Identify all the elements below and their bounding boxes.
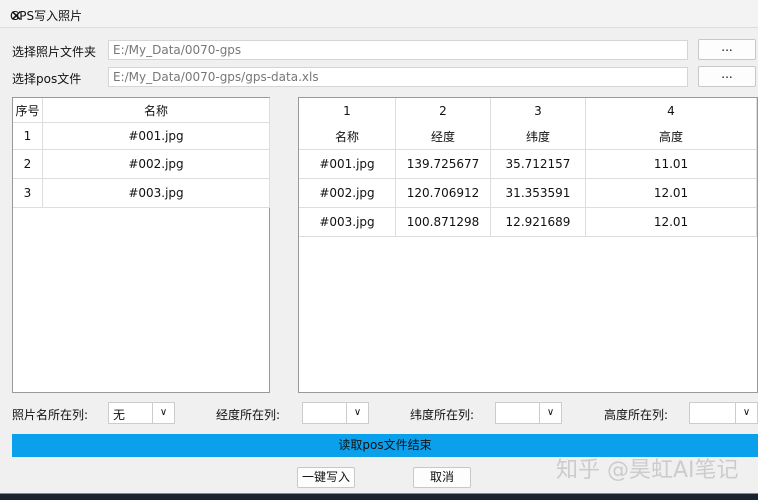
title-bar: GPS写入照片 ✕ [0, 0, 758, 28]
table-cell[interactable]: #002.jpg [299, 179, 396, 208]
column-select[interactable]: ∨ [495, 402, 562, 424]
column-select-label: 照片名所在列: [12, 408, 89, 422]
column-number[interactable]: 3 [491, 98, 586, 123]
column-number[interactable]: 4 [586, 98, 757, 123]
table-cell[interactable]: 12.01 [586, 208, 757, 237]
column-header[interactable]: 纬度 [491, 123, 586, 150]
chevron-down-icon[interactable]: ∨ [152, 403, 174, 423]
table-cell[interactable]: #003.jpg [299, 208, 396, 237]
table-cell[interactable]: 11.01 [586, 150, 757, 179]
table-cell[interactable]: 139.725677 [396, 150, 491, 179]
folder-label: 选择照片文件夹 [12, 45, 97, 59]
column-select-label: 高度所在列: [604, 408, 669, 422]
folder-input[interactable]: E:/My_Data/0070-gps [108, 40, 688, 60]
column-header[interactable]: 经度 [396, 123, 491, 150]
table-cell[interactable]: #001.jpg [299, 150, 396, 179]
select-value: 无 [113, 408, 126, 422]
table-cell[interactable]: #001.jpg [43, 123, 270, 150]
table-cell[interactable]: 100.871298 [396, 208, 491, 237]
table-cell[interactable]: 12.01 [586, 179, 757, 208]
column-header[interactable]: 名称 [299, 123, 396, 150]
column-number[interactable]: 1 [299, 98, 396, 123]
table-cell[interactable]: 2 [13, 150, 43, 179]
browse-pos-button[interactable]: ... [698, 66, 756, 87]
cancel-button[interactable]: 取消 [413, 467, 471, 488]
gps-dialog: GPS写入照片 ✕ 选择照片文件夹 E:/My_Data/0070-gps ..… [0, 0, 758, 494]
close-icon[interactable]: ✕ [10, 7, 752, 25]
column-number[interactable]: 2 [396, 98, 491, 123]
table-cell[interactable]: #002.jpg [43, 150, 270, 179]
watermark: 知乎 @昊虹AI笔记 [556, 458, 739, 483]
column-select-label: 纬度所在列: [410, 408, 475, 422]
column-header[interactable]: 名称 [43, 98, 270, 123]
pos-table[interactable]: 1 2 3 4 名称 经度 纬度 高度 #001.jpg 139.725677 35.712157 1… [298, 97, 758, 393]
chevron-down-icon[interactable]: ∨ [539, 403, 561, 423]
column-select[interactable]: ∨ [689, 402, 758, 424]
photo-table[interactable]: 序号 名称 1 #001.jpg 2 #002.jpg 3 #003.jpg [12, 97, 270, 393]
column-select-label: 经度所在列: [216, 408, 281, 422]
table-cell[interactable]: 120.706912 [396, 179, 491, 208]
column-select[interactable]: ∨ [302, 402, 369, 424]
chevron-down-icon[interactable]: ∨ [346, 403, 368, 423]
write-button[interactable]: 一键写入 [297, 467, 355, 488]
chevron-down-icon[interactable]: ∨ [735, 403, 757, 423]
pos-input[interactable]: E:/My_Data/0070-gps/gps-data.xls [108, 67, 688, 87]
table-cell[interactable]: #003.jpg [43, 179, 270, 208]
browse-folder-button[interactable]: ... [698, 39, 756, 60]
pos-label: 选择pos文件 [12, 72, 82, 86]
table-cell[interactable]: 1 [13, 123, 43, 150]
table-cell[interactable]: 31.353591 [491, 179, 586, 208]
column-header[interactable]: 序号 [13, 98, 43, 123]
table-cell[interactable]: 35.712157 [491, 150, 586, 179]
table-cell[interactable]: 3 [13, 179, 43, 208]
column-select[interactable]: 无 ∨ [108, 402, 175, 424]
table-cell[interactable]: 12.921689 [491, 208, 586, 237]
column-header[interactable]: 高度 [586, 123, 757, 150]
